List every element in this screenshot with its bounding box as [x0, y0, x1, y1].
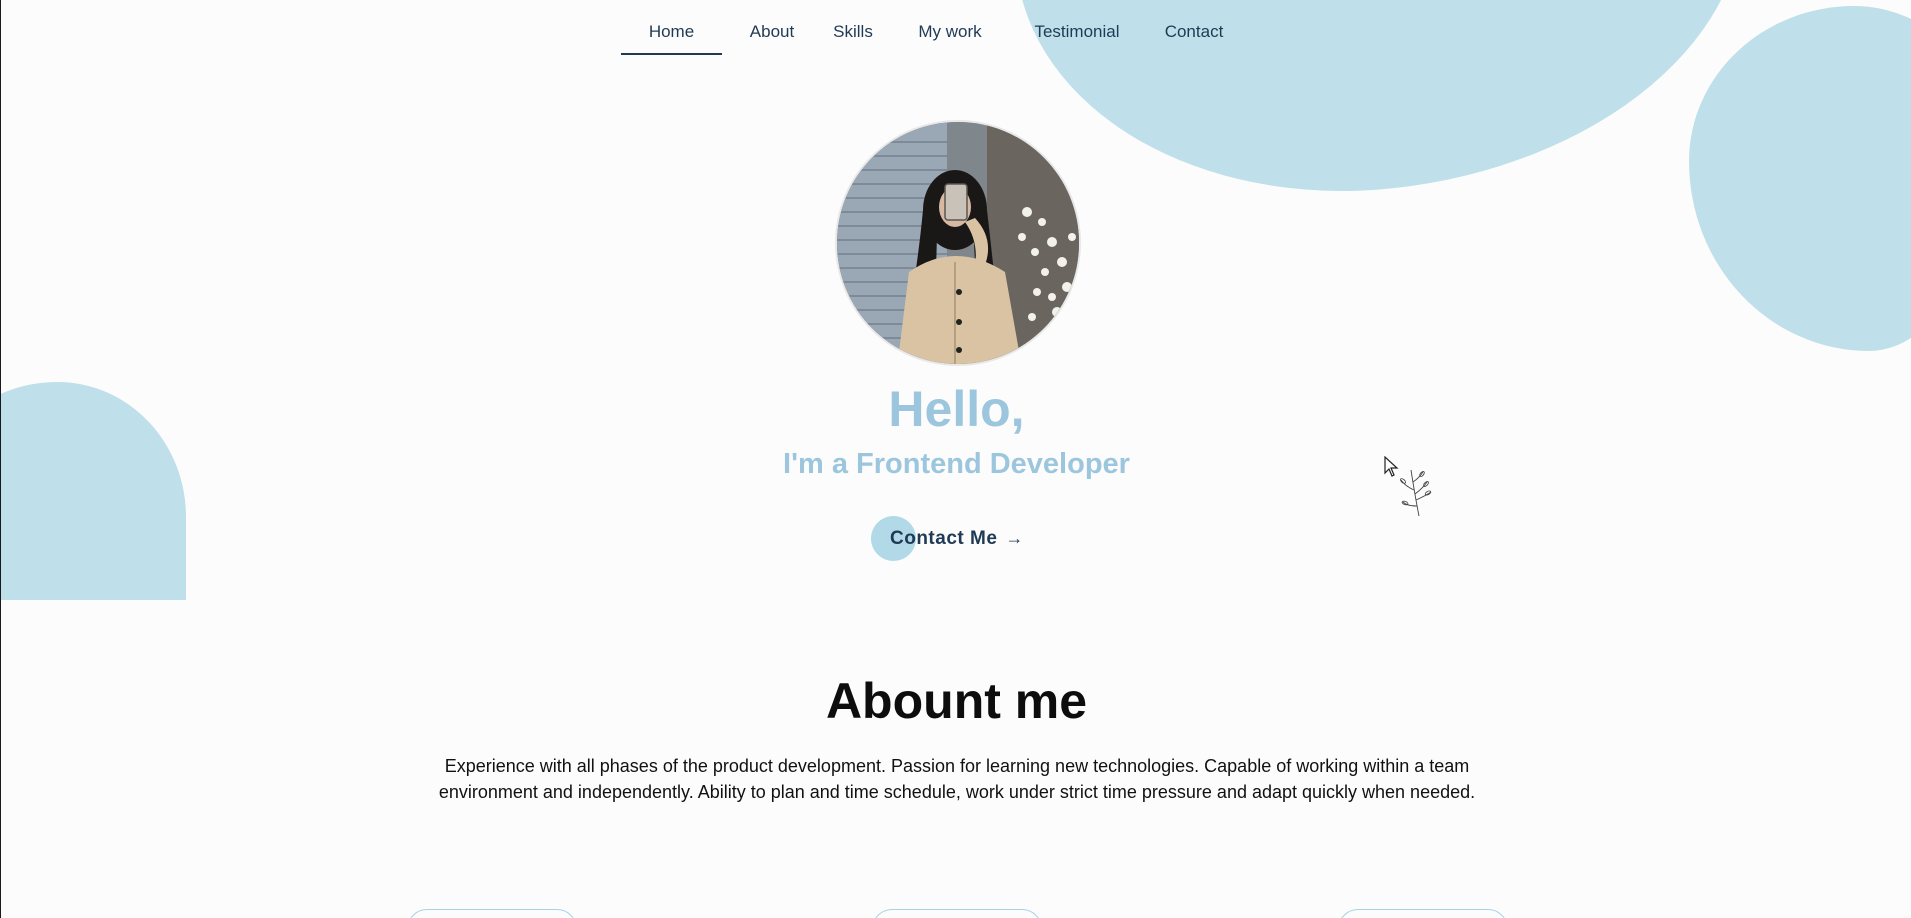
profile-photo-icon: [837, 122, 1079, 364]
nav-item-skills[interactable]: Skills: [828, 20, 878, 55]
portfolio-page: Home About Skills My work Testimonial Co…: [0, 0, 1911, 918]
main-navigation: Home About Skills My work Testimonial Co…: [621, 20, 1234, 55]
nav-item-testimonial[interactable]: Testimonial: [1022, 20, 1132, 55]
contact-me-label: Contact Me: [890, 527, 998, 549]
profile-avatar: [835, 120, 1081, 366]
arrow-right-icon: →: [1005, 528, 1024, 548]
decorative-blob-right: [1689, 6, 1911, 351]
nav-item-about[interactable]: About: [722, 20, 822, 55]
nav-item-contact[interactable]: Contact: [1154, 20, 1234, 55]
hero-role: I'm a Frontend Developer: [783, 448, 1130, 480]
about-card: [1338, 909, 1508, 918]
about-card: [872, 909, 1042, 918]
about-card: [407, 909, 577, 918]
nav-item-my-work[interactable]: My work: [910, 20, 990, 55]
nav-item-home[interactable]: Home: [621, 20, 722, 55]
about-description: Experience with all phases of the produc…: [438, 756, 1476, 802]
hero-greeting: Hello,: [888, 381, 1025, 437]
about-section-title: Abount me: [825, 673, 1088, 729]
plant-sprig-icon: [1400, 469, 1432, 517]
contact-me-button[interactable]: Contact Me →: [871, 516, 1023, 561]
